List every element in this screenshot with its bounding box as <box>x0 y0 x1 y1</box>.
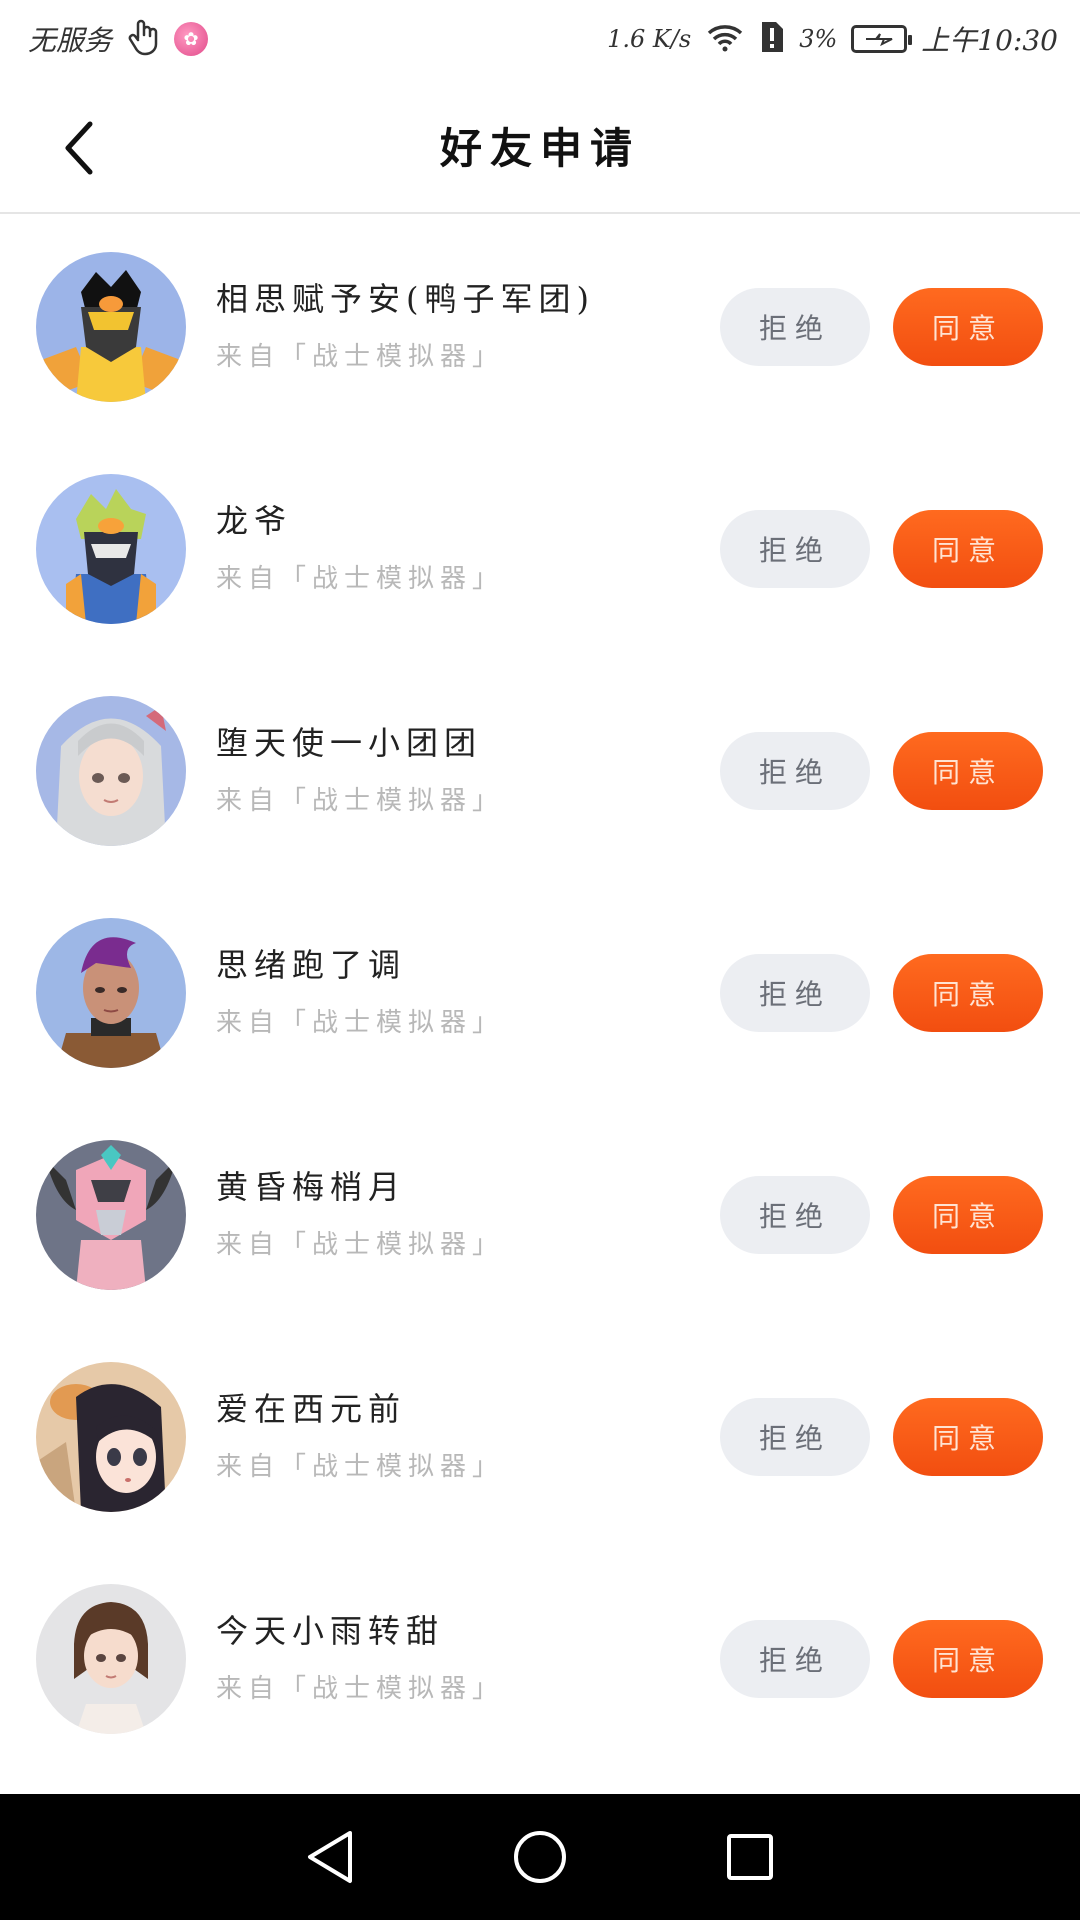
friend-name: 黄昏梅梢月 <box>216 1168 407 1206</box>
accept-button[interactable]: 同意 <box>893 1620 1043 1698</box>
square-recents-icon <box>727 1834 773 1880</box>
request-info: 今天小雨转甜 来自「战士模拟器」 <box>216 1606 504 1705</box>
request-info: 黄昏梅梢月 来自「战士模拟器」 <box>216 1162 504 1261</box>
friend-name: 堕天使一小团团 <box>216 724 483 762</box>
avatar[interactable] <box>36 1584 186 1734</box>
request-info: 相思赋予安(鸭子军团) 来自「战士模拟器」 <box>216 274 595 373</box>
circle-home-icon <box>514 1831 566 1883</box>
battery-percent: 3% <box>799 25 838 53</box>
reject-button[interactable]: 拒绝 <box>720 1398 870 1476</box>
avatar[interactable] <box>36 696 186 846</box>
friend-name: 思绪跑了调 <box>216 946 407 984</box>
system-nav-bar <box>0 1794 1080 1920</box>
request-info: 龙爷 来自「战士模拟器」 <box>216 496 504 595</box>
request-row: 龙爷 来自「战士模拟器」 拒绝 同意 <box>0 438 1080 660</box>
accept-button[interactable]: 同意 <box>893 1398 1043 1476</box>
avatar[interactable] <box>36 918 186 1068</box>
reject-button[interactable]: 拒绝 <box>720 1176 870 1254</box>
request-row: 今天小雨转甜 来自「战士模拟器」 拒绝 同意 <box>0 1548 1080 1770</box>
request-row: 爱在西元前 来自「战士模拟器」 拒绝 同意 <box>0 1326 1080 1548</box>
friend-name: 今天小雨转甜 <box>216 1612 445 1650</box>
clock: 上午10:30 <box>921 24 1058 57</box>
sim-icon <box>759 20 785 58</box>
reject-button[interactable]: 拒绝 <box>720 954 870 1032</box>
request-source: 来自「战士模拟器」 <box>216 1452 505 1482</box>
app-notification-icon: ✿ <box>174 22 209 56</box>
request-source: 来自「战士模拟器」 <box>216 1674 505 1704</box>
request-row: 堕天使一小团团 来自「战士模拟器」 拒绝 同意 <box>0 660 1080 882</box>
request-info: 爱在西元前 来自「战士模拟器」 <box>216 1384 504 1483</box>
request-source: 来自「战士模拟器」 <box>216 1008 505 1038</box>
carrier-status: 无服务 <box>28 24 113 57</box>
request-info: 思绪跑了调 来自「战士模拟器」 <box>216 940 504 1039</box>
avatar[interactable] <box>36 1140 186 1290</box>
status-bar: 无服务 ✿ 1.6 K/s 3% 上午10:30 <box>0 0 1080 78</box>
reject-button[interactable]: 拒绝 <box>720 732 870 810</box>
page-title: 好友申请 <box>439 123 640 173</box>
touch-hand-icon <box>126 18 160 60</box>
avatar[interactable] <box>36 1362 186 1512</box>
friend-name: 相思赋予安(鸭子军团) <box>216 280 595 318</box>
nav-home-button[interactable] <box>510 1827 570 1887</box>
nav-recents-button[interactable] <box>720 1827 780 1887</box>
avatar[interactable] <box>36 474 186 624</box>
reject-button[interactable]: 拒绝 <box>720 288 870 366</box>
request-row: 黄昏梅梢月 来自「战士模拟器」 拒绝 同意 <box>0 1104 1080 1326</box>
accept-button[interactable]: 同意 <box>893 732 1043 810</box>
back-button[interactable] <box>40 108 120 188</box>
status-left: 无服务 ✿ <box>28 18 209 60</box>
request-source: 来自「战士模拟器」 <box>216 1230 505 1260</box>
request-source: 来自「战士模拟器」 <box>216 342 505 372</box>
nav-back-button[interactable] <box>300 1827 360 1887</box>
friend-name: 龙爷 <box>216 502 293 540</box>
accept-button[interactable]: 同意 <box>893 510 1043 588</box>
wifi-icon <box>705 22 745 56</box>
friend-name: 爱在西元前 <box>216 1390 407 1428</box>
accept-button[interactable]: 同意 <box>893 1176 1043 1254</box>
header: 好友申请 <box>0 78 1080 214</box>
request-row: 思绪跑了调 来自「战士模拟器」 拒绝 同意 <box>0 882 1080 1104</box>
triangle-back-icon <box>308 1831 352 1883</box>
friend-request-list: 相思赋予安(鸭子军团) 来自「战士模拟器」 拒绝 同意 龙爷 来自「战士模拟器」… <box>0 216 1080 1770</box>
accept-button[interactable]: 同意 <box>893 954 1043 1032</box>
request-source: 来自「战士模拟器」 <box>216 786 505 816</box>
reject-button[interactable]: 拒绝 <box>720 1620 870 1698</box>
request-source: 来自「战士模拟器」 <box>216 564 505 594</box>
request-info: 堕天使一小团团 来自「战士模拟器」 <box>216 718 504 817</box>
status-right: 1.6 K/s 3% 上午10:30 <box>607 19 1058 59</box>
chevron-left-icon <box>65 121 93 175</box>
network-speed: 1.6 K/s <box>607 25 692 53</box>
reject-button[interactable]: 拒绝 <box>720 510 870 588</box>
request-row: 相思赋予安(鸭子军团) 来自「战士模拟器」 拒绝 同意 <box>0 216 1080 438</box>
avatar[interactable] <box>36 252 186 402</box>
accept-button[interactable]: 同意 <box>893 288 1043 366</box>
battery-icon <box>851 25 913 53</box>
